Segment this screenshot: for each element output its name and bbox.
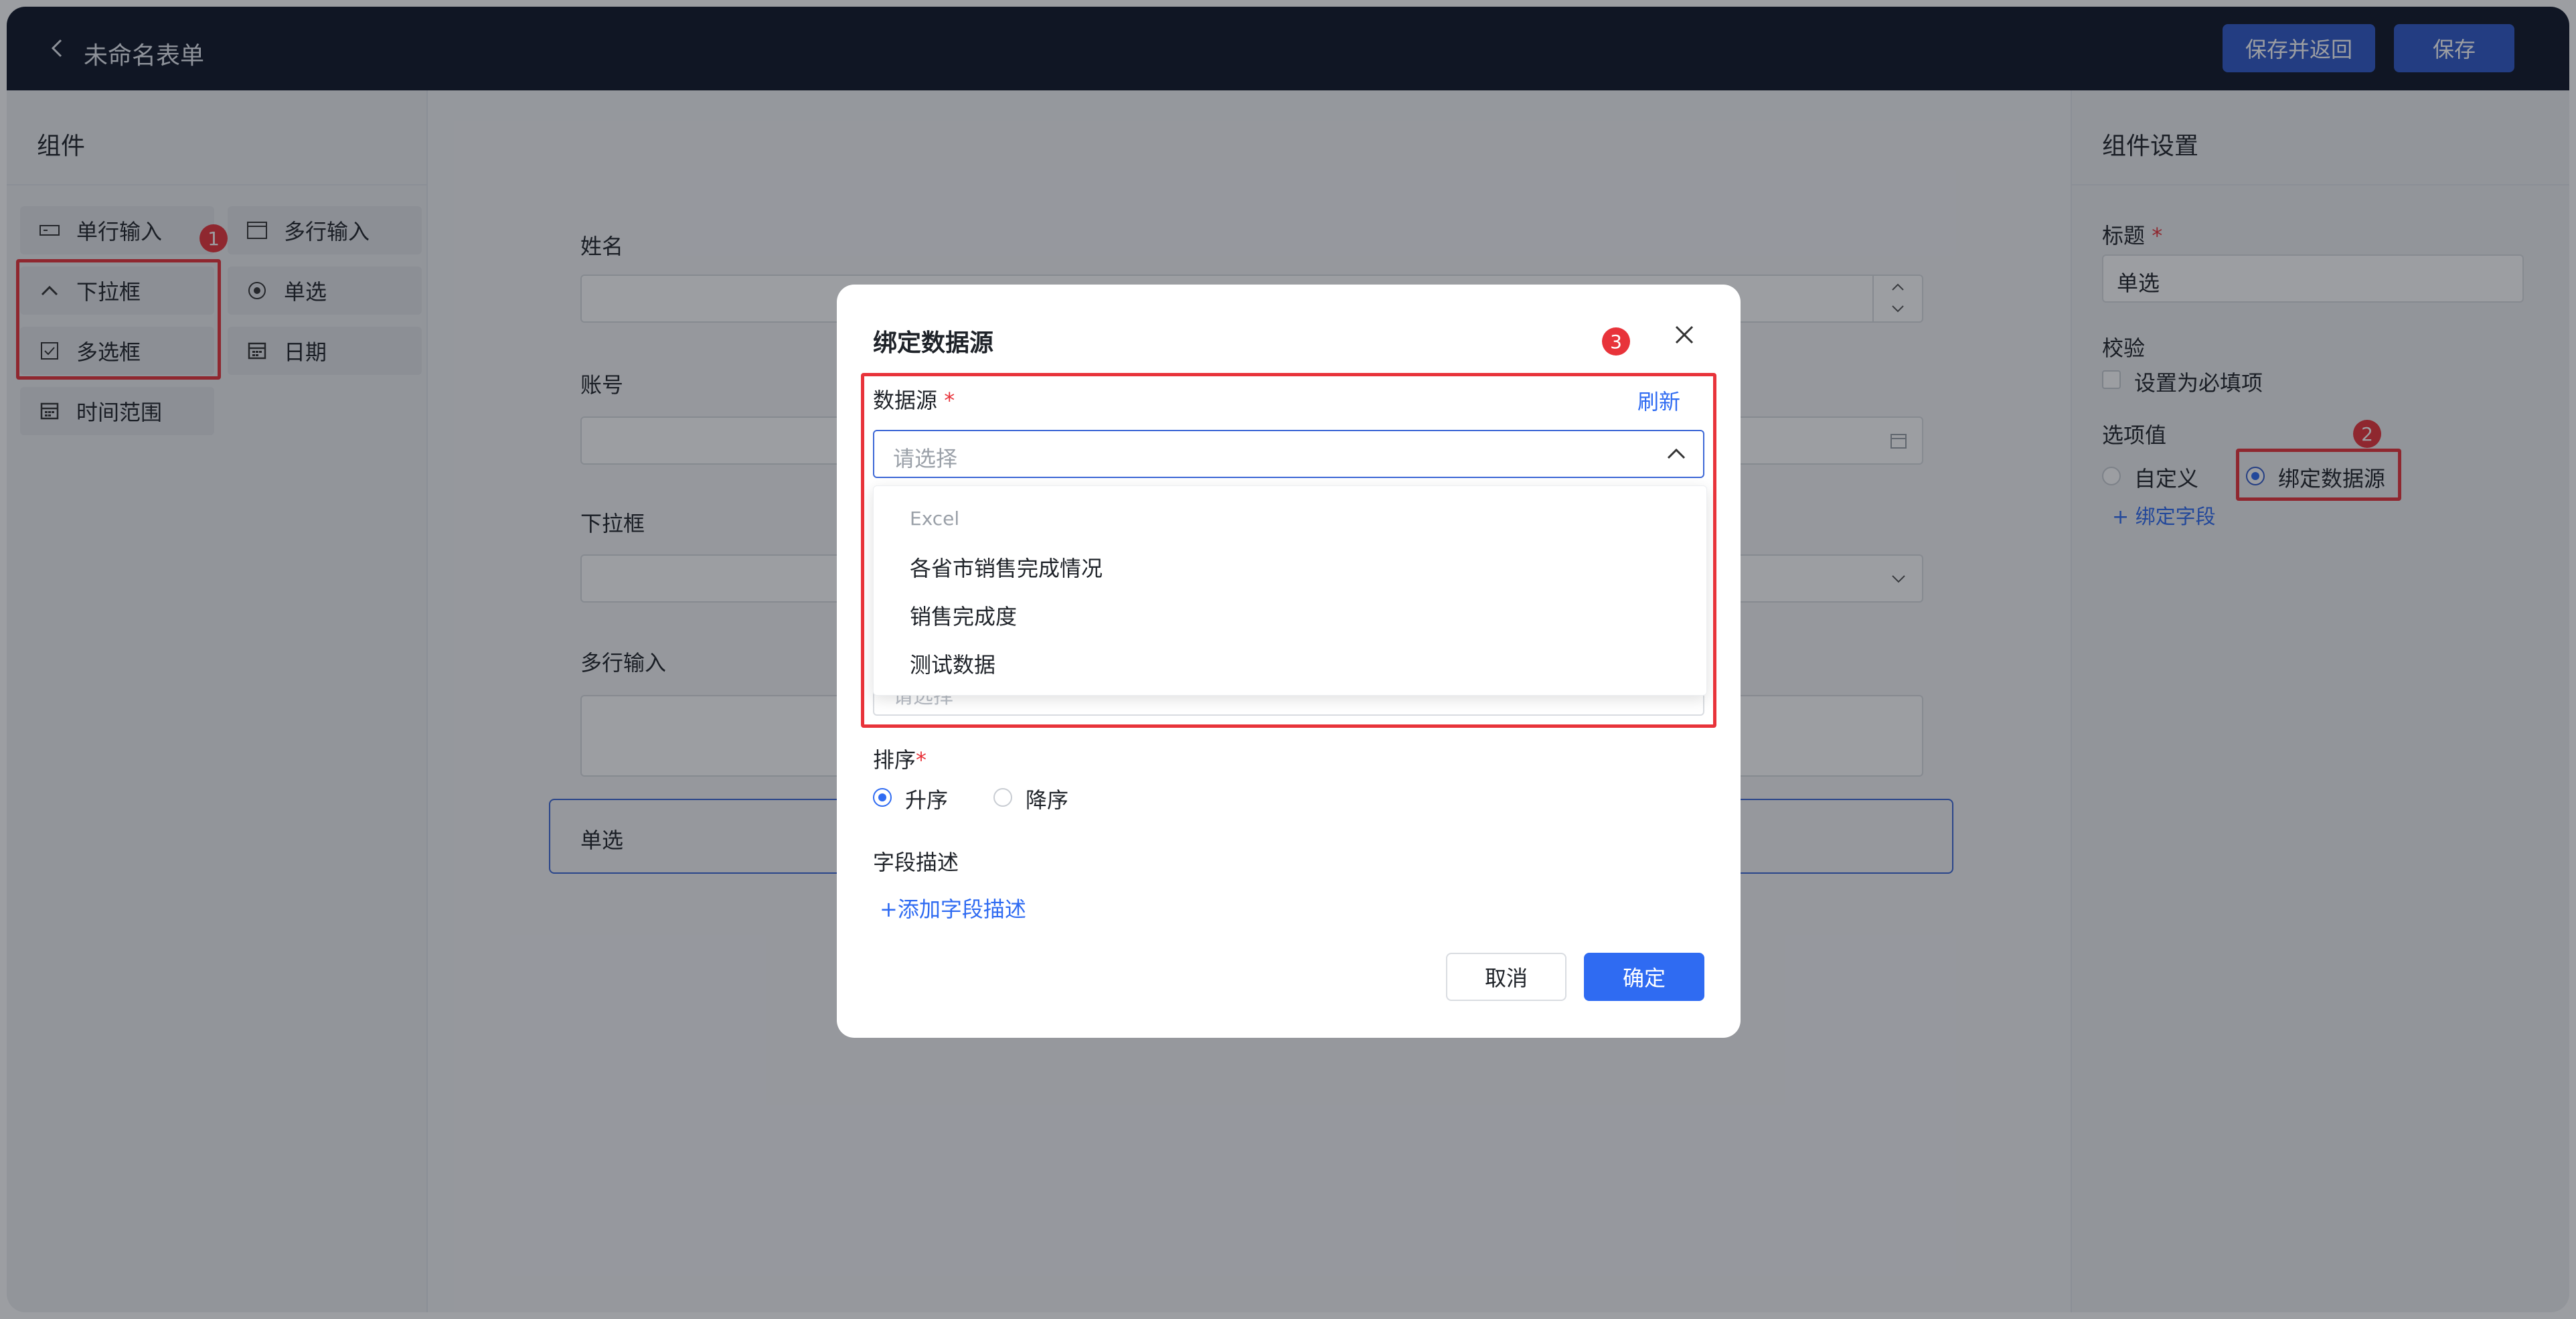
modal-title: 绑定数据源 [873, 329, 994, 357]
required-asterisk: * [916, 747, 927, 773]
add-field-description-link[interactable]: +添加字段描述 [880, 893, 1026, 923]
sort-asc-radio[interactable] [873, 788, 892, 807]
sort-asc-label: 升序 [905, 787, 949, 813]
sort-label-text: 排序 [873, 747, 916, 773]
annotation-box-3 [861, 373, 1716, 728]
sort-desc-radio[interactable] [993, 788, 1012, 807]
cancel-button[interactable]: 取消 [1446, 953, 1566, 1001]
field-description-label: 字段描述 [873, 850, 959, 875]
close-icon[interactable] [1671, 321, 1698, 348]
bind-data-source-modal: 绑定数据源 3 数据源 * 刷新 请选择 请选择 Excel 各省市销售完成情况… [837, 285, 1741, 1038]
annotation-badge-3: 3 [1602, 327, 1630, 356]
confirm-button[interactable]: 确定 [1584, 953, 1704, 1001]
sort-label: 排序* [873, 743, 927, 774]
sort-desc-label: 降序 [1026, 787, 1069, 813]
